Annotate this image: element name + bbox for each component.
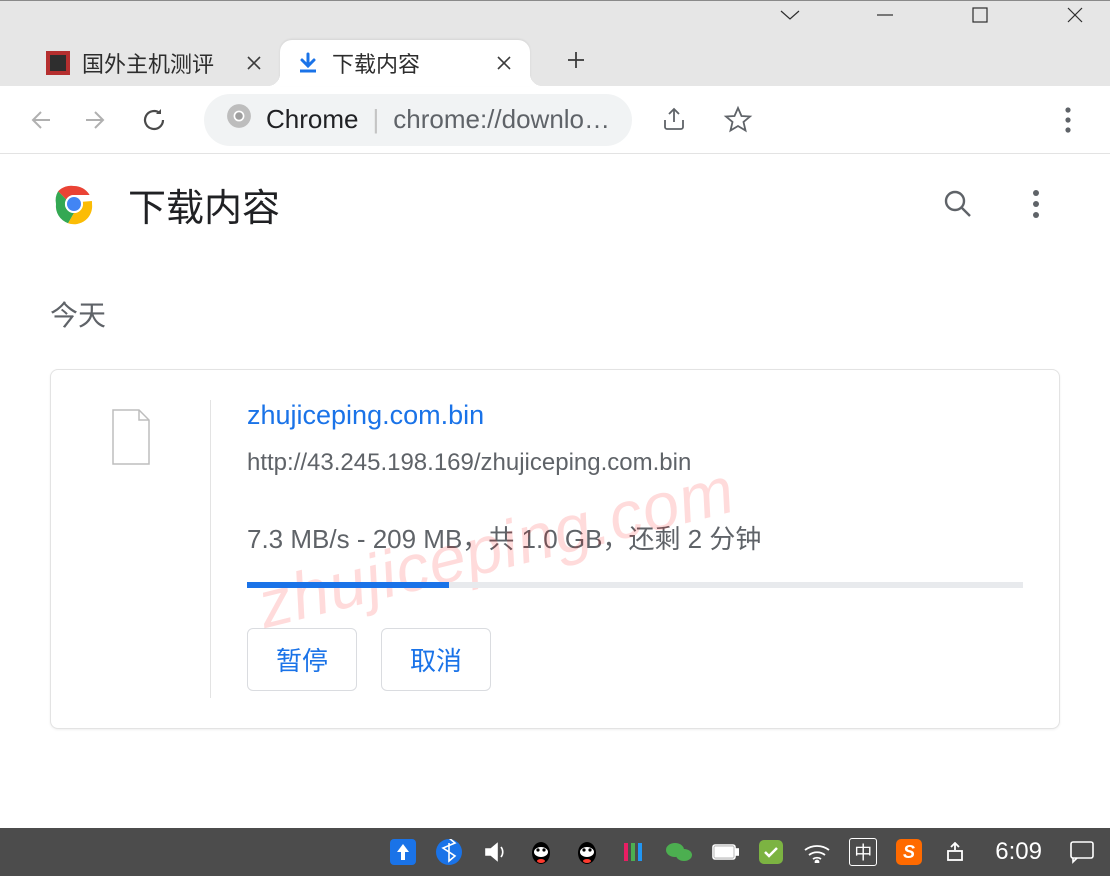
tray-overflow-icon[interactable] bbox=[941, 838, 969, 866]
download-filename[interactable]: zhujiceping.com.bin bbox=[247, 400, 1023, 431]
tab-close-active[interactable] bbox=[494, 53, 514, 73]
forward-button[interactable] bbox=[72, 98, 116, 142]
tab-title-inactive: 国外主机测评 bbox=[82, 47, 232, 79]
download-body: zhujiceping.com.bin http://43.245.198.16… bbox=[211, 400, 1059, 698]
back-button[interactable] bbox=[20, 98, 64, 142]
download-actions: 暂停 取消 bbox=[247, 628, 1023, 691]
wechat-icon[interactable] bbox=[665, 838, 693, 866]
volume-icon[interactable] bbox=[481, 838, 509, 866]
downloads-content: zhujiceping.com 今天 zhujiceping.com.bin h… bbox=[0, 254, 1110, 729]
tray-app-blue-icon[interactable] bbox=[389, 838, 417, 866]
wifi-icon[interactable] bbox=[803, 838, 831, 866]
qq-icon-1[interactable] bbox=[527, 838, 555, 866]
chrome-favicon-icon bbox=[226, 103, 252, 136]
browser-menu-button[interactable] bbox=[1046, 98, 1090, 142]
bluetooth-icon[interactable] bbox=[435, 838, 463, 866]
system-taskbar: 中 S 6:09 bbox=[0, 828, 1110, 876]
tray-check-green-icon[interactable] bbox=[757, 838, 785, 866]
chrome-logo-icon bbox=[50, 180, 98, 228]
page-header: 下载内容 bbox=[0, 154, 1110, 254]
file-icon bbox=[107, 408, 155, 698]
download-icon-column bbox=[51, 400, 211, 698]
page-menu-button[interactable] bbox=[1012, 180, 1060, 228]
battery-icon[interactable] bbox=[711, 838, 739, 866]
svg-text:S: S bbox=[903, 842, 915, 862]
sogou-ime-icon[interactable]: S bbox=[895, 838, 923, 866]
close-window-button[interactable] bbox=[1050, 1, 1100, 29]
tab-close-inactive[interactable] bbox=[244, 53, 264, 73]
download-progress-bar bbox=[247, 582, 449, 588]
omnibox-chip: Chrome bbox=[266, 104, 358, 135]
browser-toolbar: Chrome | chrome://downlo… bbox=[0, 86, 1110, 154]
bookmark-star-button[interactable] bbox=[716, 98, 760, 142]
maximize-button[interactable] bbox=[955, 1, 1005, 29]
reload-button[interactable] bbox=[132, 98, 176, 142]
cancel-button[interactable]: 取消 bbox=[381, 628, 491, 691]
system-tray: 中 S 6:09 bbox=[389, 838, 1096, 866]
taskbar-clock[interactable]: 6:09 bbox=[987, 838, 1050, 866]
tab-active[interactable]: 下载内容 bbox=[280, 40, 530, 86]
download-progress bbox=[247, 582, 1023, 588]
download-source-url: http://43.245.198.169/zhujiceping.com.bi… bbox=[247, 449, 1023, 477]
minimize-button[interactable] bbox=[860, 1, 910, 29]
qq-icon-2[interactable] bbox=[573, 838, 601, 866]
caption-chevron[interactable] bbox=[765, 1, 815, 29]
pause-button[interactable]: 暂停 bbox=[247, 628, 357, 691]
favicon-inactive bbox=[46, 51, 70, 75]
address-bar[interactable]: Chrome | chrome://downlo… bbox=[204, 94, 632, 146]
ime-indicator[interactable]: 中 bbox=[849, 838, 877, 866]
tray-colorbars-icon[interactable] bbox=[619, 838, 647, 866]
action-center-icon[interactable] bbox=[1068, 838, 1096, 866]
download-card: zhujiceping.com.bin http://43.245.198.16… bbox=[50, 369, 1060, 729]
tab-inactive[interactable]: 国外主机测评 bbox=[30, 40, 280, 86]
tab-title-active: 下载内容 bbox=[332, 47, 482, 79]
page-title: 下载内容 bbox=[128, 177, 280, 232]
omnibox-url: chrome://downlo… bbox=[393, 104, 610, 135]
search-downloads-button[interactable] bbox=[934, 180, 982, 228]
section-today-label: 今天 bbox=[50, 294, 1060, 334]
tab-strip: 国外主机测评 下载内容 bbox=[0, 29, 1110, 86]
share-button[interactable] bbox=[652, 98, 696, 142]
omnibox-separator: | bbox=[372, 104, 379, 135]
window-titlebar bbox=[0, 1, 1110, 29]
new-tab-button[interactable] bbox=[560, 44, 592, 76]
download-arrow-icon bbox=[296, 51, 320, 75]
download-status: 7.3 MB/s - 209 MB，共 1.0 GB，还剩 2 分钟 bbox=[247, 519, 1023, 556]
